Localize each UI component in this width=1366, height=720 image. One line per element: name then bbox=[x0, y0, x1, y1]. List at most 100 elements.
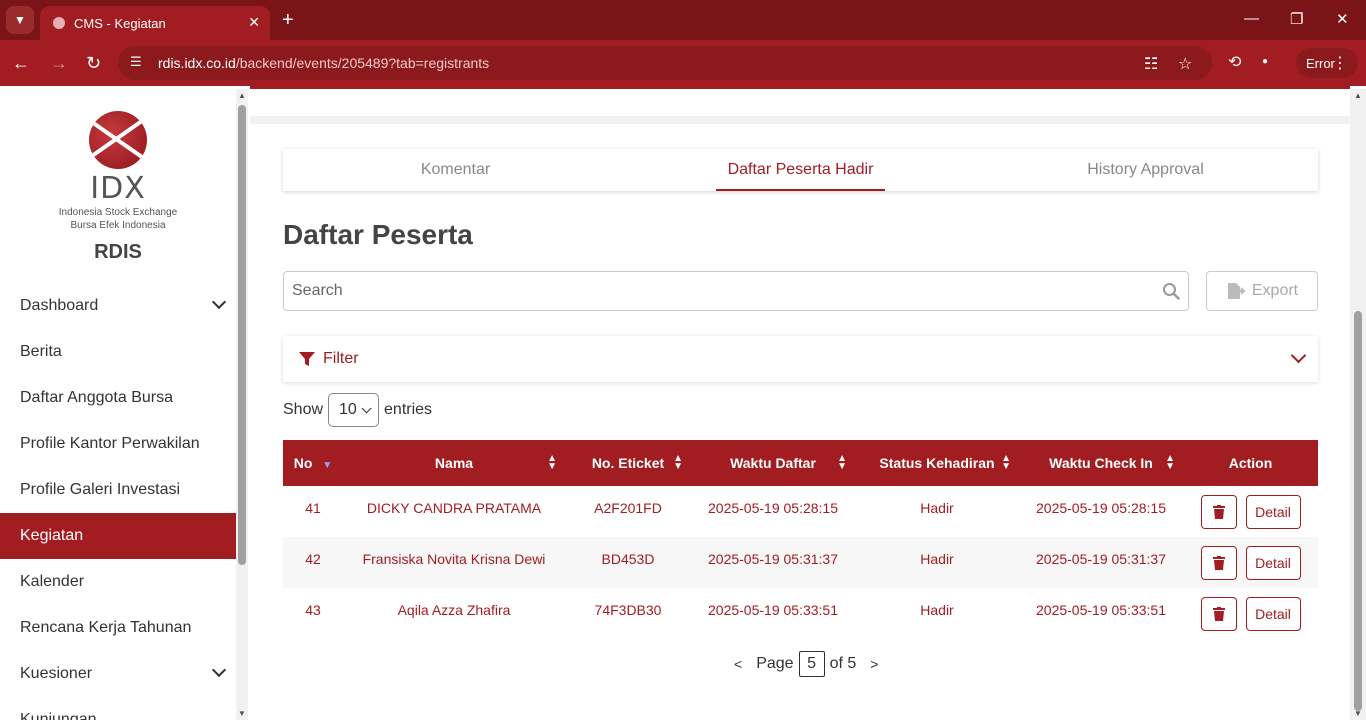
close-tab-icon[interactable]: ✕ bbox=[248, 14, 260, 31]
tab-history-approval[interactable]: History Approval bbox=[973, 149, 1318, 191]
col-eticket[interactable]: No. Eticket ▲ ▼ bbox=[565, 440, 691, 486]
page-scrollbar[interactable]: ▲ ▼ bbox=[1350, 89, 1366, 720]
top-strip bbox=[250, 116, 1350, 124]
scroll-up-icon[interactable]: ▲ bbox=[1354, 91, 1362, 100]
sidebar-item-kuesioner[interactable]: Kuesioner bbox=[0, 651, 236, 697]
prev-page-button[interactable]: < bbox=[734, 656, 742, 672]
search-input[interactable] bbox=[284, 272, 1144, 310]
sidebar-item-daftar-anggota-bursa[interactable]: Daftar Anggota Bursa bbox=[0, 375, 236, 421]
sidebar-item-kunjungan[interactable]: Kunjungan bbox=[0, 697, 236, 720]
page-total: of 5 bbox=[829, 655, 857, 672]
export-label: Export bbox=[1251, 282, 1299, 299]
browser-tab[interactable]: CMS - Kegiatan ✕ bbox=[40, 6, 270, 40]
tab-bar: Komentar Daftar Peserta Hadir History Ap… bbox=[283, 149, 1318, 191]
sidebar-item-profile-galeri-investasi[interactable]: Profile Galeri Investasi bbox=[0, 467, 236, 513]
forward-arrow-icon[interactable]: → bbox=[50, 52, 68, 74]
detail-button[interactable]: Detail bbox=[1245, 596, 1301, 631]
col-no[interactable]: No ▼ bbox=[283, 440, 343, 486]
show-label: Show bbox=[283, 401, 324, 418]
entries-value: 10 bbox=[339, 401, 357, 418]
cell-checkin: 2025-05-19 05:28:15 bbox=[1036, 499, 1166, 516]
col-waktu-daftar[interactable]: Waktu Daftar ▲ ▼ bbox=[691, 440, 855, 486]
table-row: 42 Fransiska Novita Krisna Dewi BD453D 2… bbox=[283, 537, 1318, 588]
filter-funnel-icon bbox=[299, 352, 315, 366]
site-settings-icon[interactable]: ☰ bbox=[130, 54, 148, 72]
cell-checkin: 2025-05-19 05:31:37 bbox=[1036, 550, 1166, 567]
sidebar-scrollbar[interactable]: ▲ ▼ bbox=[236, 89, 248, 720]
col-status-kehadiran[interactable]: Status Kehadiran ▲ ▼ bbox=[855, 440, 1019, 486]
filter-toggle[interactable]: Filter bbox=[283, 336, 1318, 382]
sidebar-item-label: Kuesioner bbox=[20, 665, 93, 682]
trash-icon bbox=[1212, 555, 1225, 570]
detail-button[interactable]: Detail bbox=[1245, 545, 1301, 580]
scroll-down-icon[interactable]: ▼ bbox=[1354, 709, 1362, 718]
sidebar-item-label: Kegiatan bbox=[20, 527, 84, 544]
reload-icon[interactable]: ↻ bbox=[86, 52, 101, 74]
file-export-icon bbox=[1227, 283, 1246, 299]
sort-icon: ▲ ▼ bbox=[837, 453, 847, 472]
bookmark-star-icon[interactable]: ☆ bbox=[1178, 54, 1192, 74]
page-title: Daftar Peserta bbox=[283, 219, 473, 250]
restore-icon[interactable]: ❐ bbox=[1290, 10, 1303, 28]
browser-tab-bar: ▼ CMS - Kegiatan ✕ + — ❐ ✕ bbox=[0, 0, 1366, 40]
chevron-down-icon bbox=[211, 662, 227, 678]
extension-icon[interactable]: ⟲ bbox=[1228, 52, 1241, 72]
profile-error-button[interactable]: Error ⋮ bbox=[1296, 48, 1358, 78]
sidebar-item-kalender[interactable]: Kalender bbox=[0, 559, 236, 605]
tab-daftar-peserta-hadir[interactable]: Daftar Peserta Hadir bbox=[628, 149, 973, 191]
scroll-down-icon[interactable]: ▼ bbox=[238, 709, 246, 718]
sidebar-item-dashboard[interactable]: Dashboard bbox=[0, 283, 236, 329]
col-nama[interactable]: Nama ▲ ▼ bbox=[343, 440, 565, 486]
chevron-down-icon bbox=[1290, 347, 1307, 364]
minimize-icon[interactable]: — bbox=[1244, 10, 1259, 27]
page-number-input[interactable]: 5 bbox=[798, 651, 825, 677]
main-content: Komentar Daftar Peserta Hadir History Ap… bbox=[250, 89, 1350, 720]
cell-eticket: A2F201FD bbox=[594, 499, 662, 516]
cell-nama: Aqila Azza Zhafira bbox=[397, 601, 511, 618]
favicon-icon bbox=[52, 16, 66, 30]
tab-search-chevron-icon[interactable]: ▼ bbox=[6, 6, 34, 34]
entries-select[interactable]: 10 bbox=[328, 393, 380, 427]
sidebar-scroll-thumb[interactable] bbox=[238, 105, 246, 565]
address-bar[interactable]: ☰ rdis.idx.co.id/backend/events/205489?t… bbox=[118, 46, 1212, 80]
delete-button[interactable] bbox=[1200, 545, 1237, 580]
search-icon[interactable] bbox=[1162, 282, 1180, 300]
sidebar-item-profile-kantor-perwakilan[interactable]: Profile Kantor Perwakilan bbox=[0, 421, 236, 467]
cell-action: Detail bbox=[1183, 486, 1318, 537]
cell-eticket: 74F3DB30 bbox=[594, 601, 662, 618]
detail-button[interactable]: Detail bbox=[1245, 494, 1301, 529]
sort-icon: ▲ ▼ bbox=[1001, 453, 1011, 472]
header-label: Waktu Check In bbox=[1049, 455, 1153, 471]
participants-table: No ▼ Nama ▲ ▼ No. Eticket ▲ ▼ Waktu Daftar ▲ ▼ … bbox=[283, 440, 1318, 639]
more-menu-icon[interactable]: ⋮ bbox=[1332, 53, 1348, 73]
new-tab-plus-icon[interactable]: + bbox=[282, 8, 294, 32]
delete-button[interactable] bbox=[1200, 596, 1237, 631]
sort-desc-icon: ▼ bbox=[322, 460, 333, 471]
window-close-icon[interactable]: ✕ bbox=[1336, 10, 1349, 28]
export-button[interactable]: Export bbox=[1206, 271, 1318, 311]
sort-icon: ▲ ▼ bbox=[547, 453, 557, 472]
delete-button[interactable] bbox=[1200, 494, 1237, 529]
sidebar-item-rencana-kerja-tahunan[interactable]: Rencana Kerja Tahunan bbox=[0, 605, 236, 651]
filter-label: Filter bbox=[323, 350, 359, 367]
col-waktu-check-in[interactable]: Waktu Check In ▲ ▼ bbox=[1019, 440, 1183, 486]
trash-icon bbox=[1212, 504, 1225, 519]
browser-toolbar: ← → ↻ ☰ rdis.idx.co.id/backend/events/20… bbox=[0, 40, 1366, 86]
cell-action: Detail bbox=[1183, 588, 1318, 639]
scroll-up-icon[interactable]: ▲ bbox=[238, 91, 246, 100]
page-scroll-thumb[interactable] bbox=[1354, 311, 1362, 711]
translate-icon[interactable]: ☷ bbox=[1144, 54, 1158, 74]
sidebar-item-berita[interactable]: Berita bbox=[0, 329, 236, 375]
sidebar-item-kegiatan[interactable]: Kegiatan bbox=[0, 513, 236, 559]
cell-status: Hadir bbox=[920, 499, 954, 516]
cell-status: Hadir bbox=[920, 550, 954, 567]
cell-checkin: 2025-05-19 05:33:51 bbox=[1036, 601, 1166, 618]
next-page-button[interactable]: > bbox=[870, 656, 878, 672]
profile-dot-icon[interactable]: ● bbox=[1262, 56, 1268, 67]
sidebar-item-label: Profile Galeri Investasi bbox=[20, 481, 181, 498]
header-label: Status Kehadiran bbox=[879, 455, 995, 471]
search-box bbox=[283, 271, 1189, 311]
tab-komentar[interactable]: Komentar bbox=[283, 149, 628, 191]
back-arrow-icon[interactable]: ← bbox=[12, 52, 30, 74]
sidebar-item-label: Daftar Anggota Bursa bbox=[20, 389, 173, 406]
